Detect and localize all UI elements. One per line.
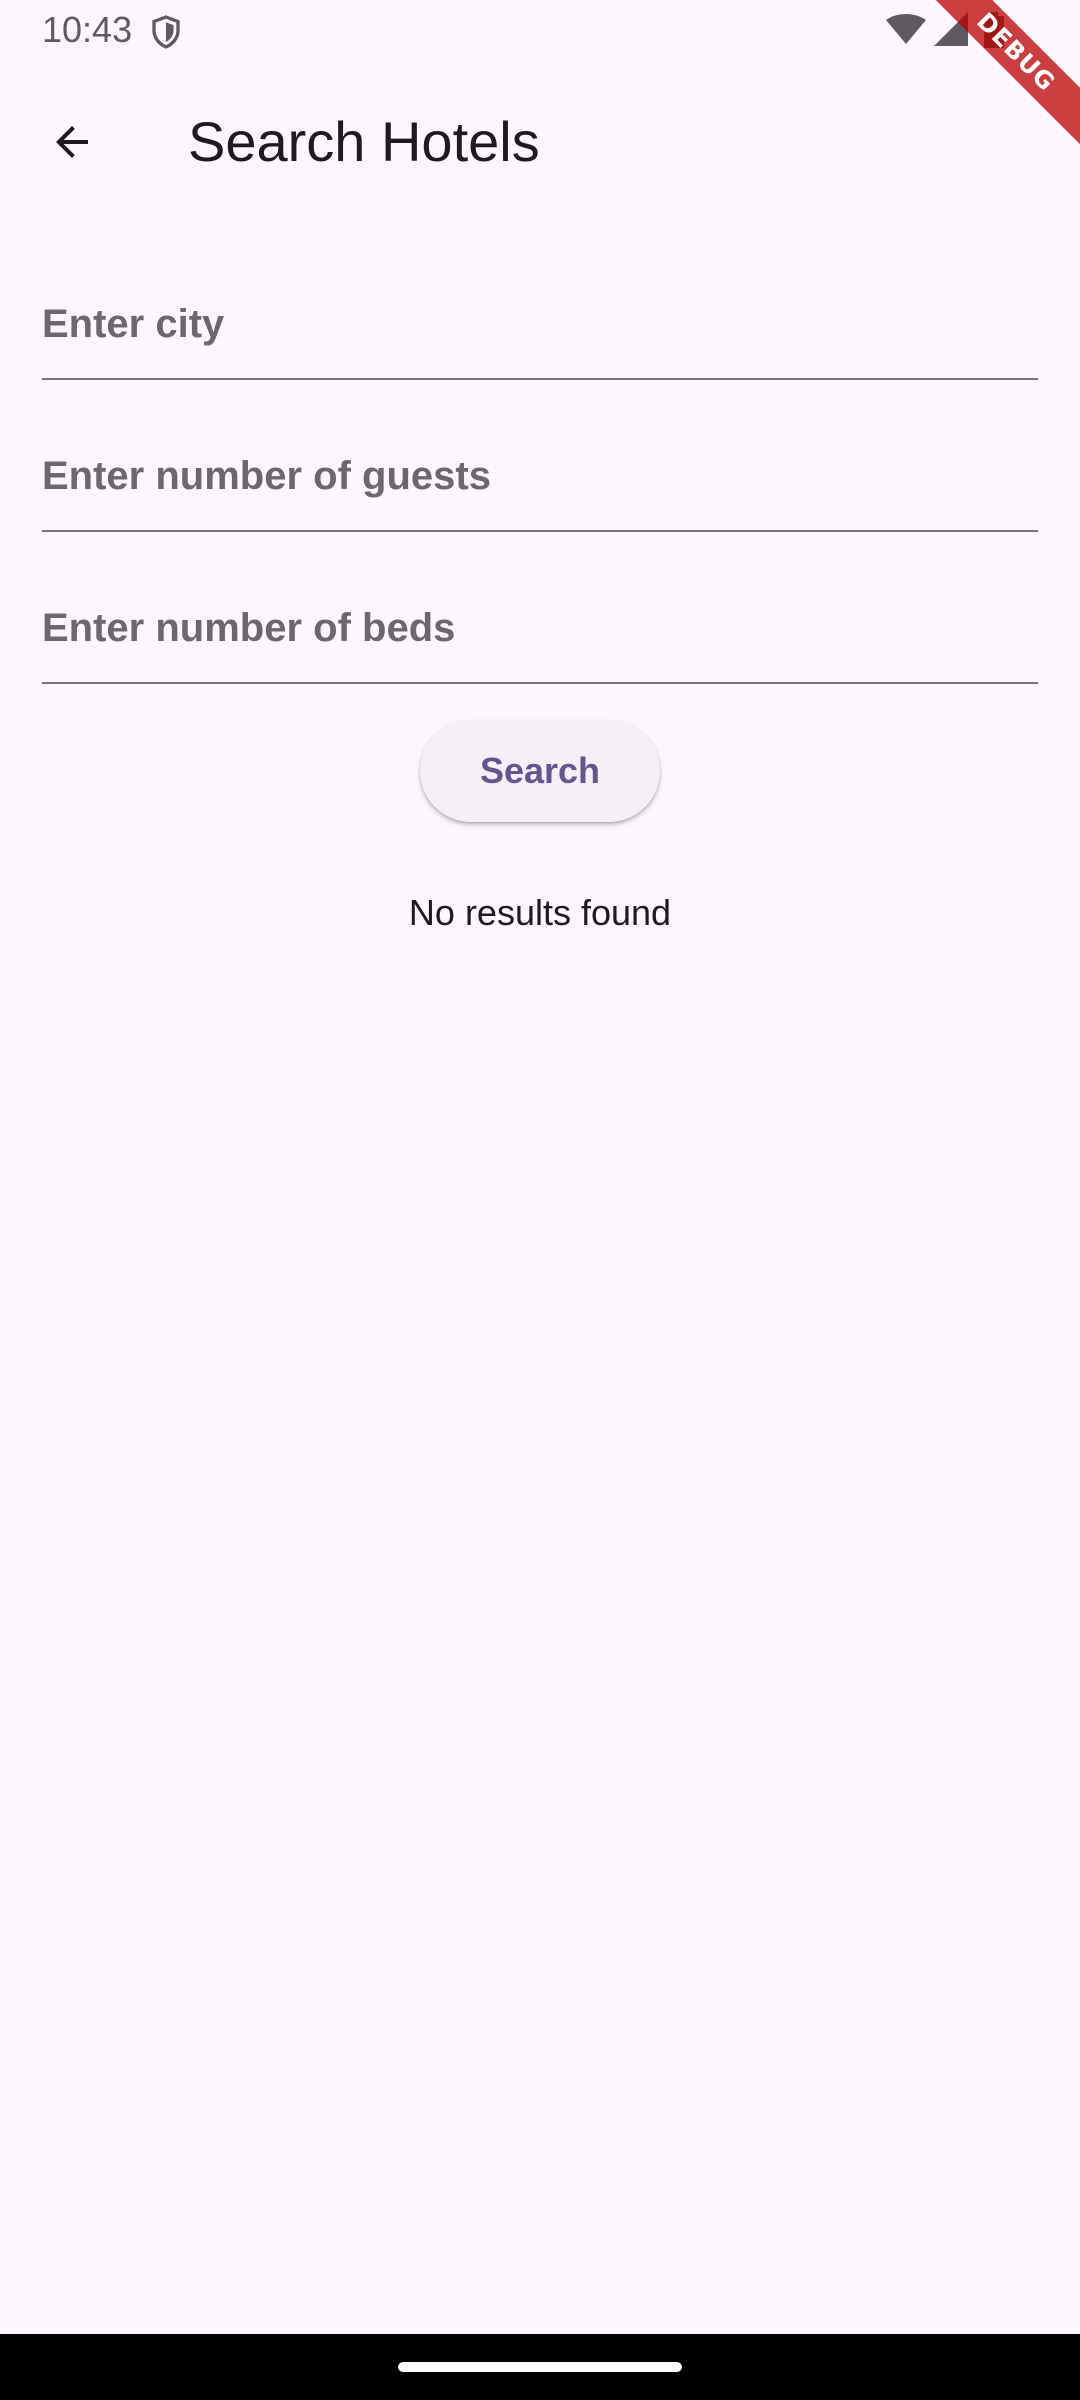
- guests-input[interactable]: [42, 438, 1038, 514]
- no-results-message: No results found: [408, 892, 672, 933]
- navigation-bar: [0, 2334, 1080, 2400]
- beds-input[interactable]: [42, 590, 1038, 666]
- search-button[interactable]: Search: [420, 720, 660, 822]
- arrow-back-icon: [56, 126, 88, 158]
- home-gesture-handle[interactable]: [398, 2362, 682, 2372]
- page-title: Search Hotels: [188, 110, 540, 173]
- city-field[interactable]: [42, 266, 1038, 380]
- app-bar: Search Hotels: [0, 62, 1080, 210]
- battery-icon: [984, 12, 1004, 48]
- guests-field[interactable]: [42, 418, 1038, 532]
- wifi-icon: [886, 14, 926, 44]
- status-time: 10:43: [42, 9, 133, 50]
- city-input[interactable]: [42, 286, 1038, 362]
- status-bar: 10:43: [0, 0, 1080, 62]
- beds-field[interactable]: [42, 570, 1038, 684]
- back-button[interactable]: [30, 100, 114, 184]
- signal-icon: [934, 12, 968, 46]
- shield-icon: [152, 15, 180, 49]
